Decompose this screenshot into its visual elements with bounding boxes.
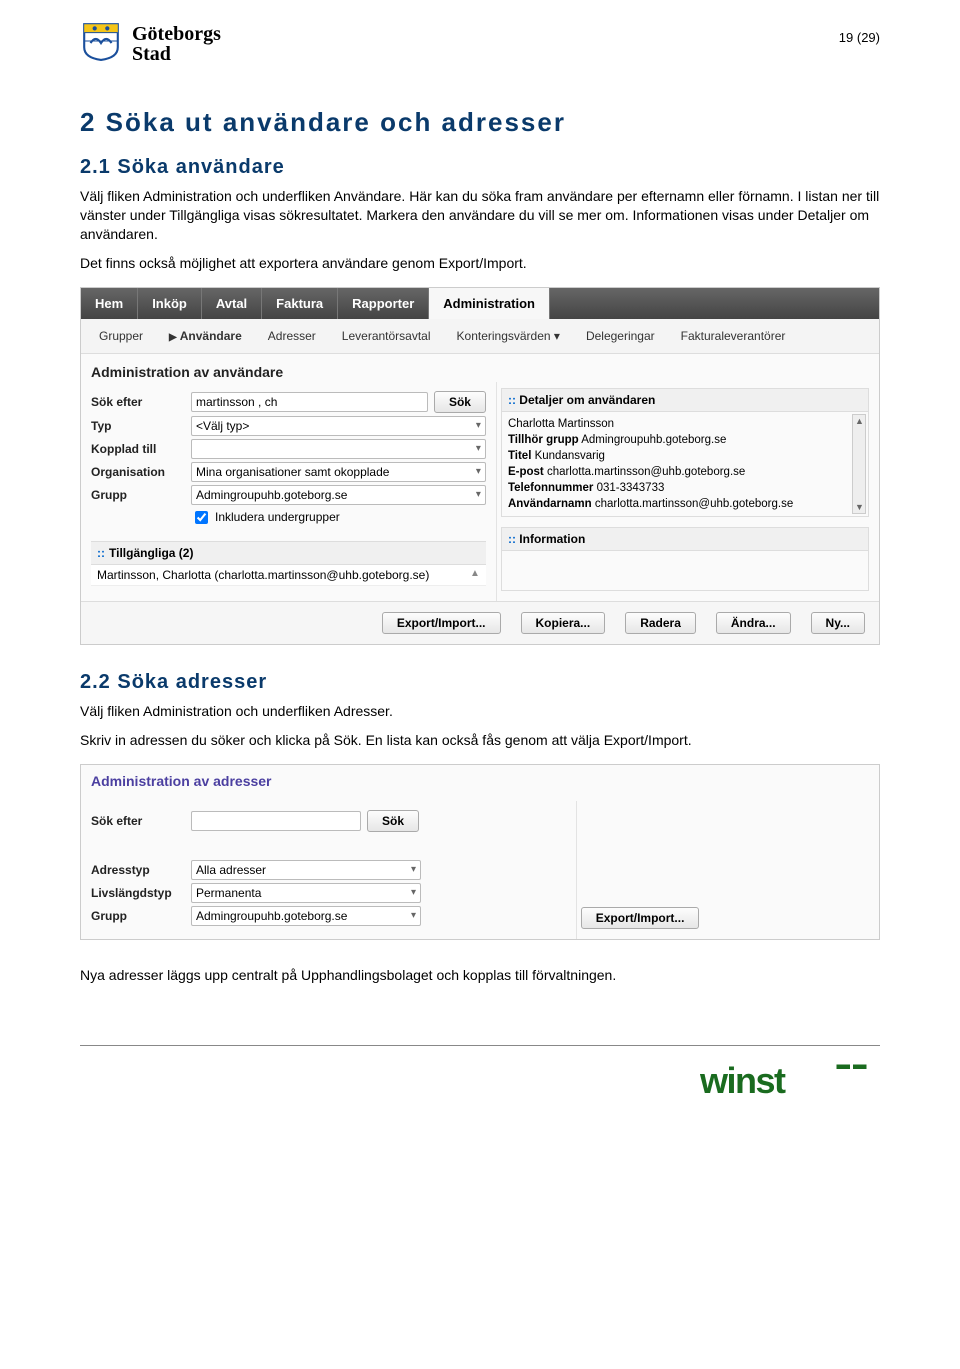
copy-button[interactable]: Kopiera... [521, 612, 606, 634]
tab-hem[interactable]: Hem [81, 288, 138, 319]
tab-avtal[interactable]: Avtal [202, 288, 262, 319]
chevron-down-icon: ▾ [407, 887, 416, 898]
brand-text: Göteborgs Stad [132, 24, 221, 64]
subsection-2-2-heading: 2.2 Söka adresser [80, 671, 880, 694]
info-header: :: Information [501, 527, 869, 551]
subtab-delegeringar[interactable]: Delegeringar [574, 323, 667, 349]
available-list-header: ::Tillgängliga (2) [91, 541, 486, 565]
subtab-konteringsvarden[interactable]: Konteringsvärden ▾ [445, 323, 572, 349]
input-sok-efter[interactable] [191, 392, 428, 412]
list-item[interactable]: Martinsson, Charlotta (charlotta.martins… [91, 565, 486, 586]
chevron-down-icon: ▾ [472, 443, 481, 454]
info-body [501, 551, 869, 591]
label-sok-efter: Sök efter [91, 395, 191, 409]
chevron-down-icon: ▾ [472, 466, 481, 477]
label-grupp-2: Grupp [91, 909, 191, 923]
tab-faktura[interactable]: Faktura [262, 288, 338, 319]
combo-grupp[interactable]: Admingroupuhb.goteborg.se▾ [191, 485, 486, 505]
subtab-fakturaleverantorer[interactable]: Fakturaleverantörer [669, 323, 798, 349]
search-button-2[interactable]: Sök [367, 810, 419, 832]
combo-grupp-2[interactable]: Admingroupuhb.goteborg.se▾ [191, 906, 421, 926]
export-import-button[interactable]: Export/Import... [382, 612, 501, 634]
scroll-up-icon: ▲ [467, 568, 480, 582]
search-button[interactable]: Sök [434, 391, 486, 413]
new-button[interactable]: Ny... [811, 612, 865, 634]
sub1-paragraph-2: Det finns också möjlighet att exportera … [80, 254, 880, 273]
winst-logo: winst [700, 1056, 880, 1111]
main-nav: Hem Inköp Avtal Faktura Rapporter Admini… [81, 288, 879, 319]
label-grupp: Grupp [91, 488, 191, 502]
label-adresstyp: Adresstyp [91, 863, 191, 877]
edit-button[interactable]: Ändra... [716, 612, 791, 634]
sub2-paragraph-1: Välj fliken Administration och underflik… [80, 702, 880, 721]
active-marker-icon: ▶ [169, 332, 177, 343]
sub2-paragraph-3: Nya adresser läggs upp centralt på Uppha… [80, 966, 880, 985]
chevron-down-icon: ▾ [472, 420, 481, 431]
chevron-down-icon: ▾ [472, 489, 481, 500]
combo-typ[interactable]: <Välj typ>▾ [191, 416, 486, 436]
brand-block: Göteborgs Stad [80, 20, 221, 67]
screenshot-address-admin: Administration av adresser Sök efter Sök… [80, 764, 880, 940]
subtab-anvandare[interactable]: ▶Användare [157, 323, 254, 349]
screenshot-user-admin: Hem Inköp Avtal Faktura Rapporter Admini… [80, 287, 880, 646]
svg-text:winst: winst [700, 1060, 786, 1101]
combo-organisation[interactable]: Mina organisationer samt okopplade▾ [191, 462, 486, 482]
checkbox-include-subgroups[interactable] [195, 511, 208, 524]
combo-adresstyp[interactable]: Alla adresser▾ [191, 860, 421, 880]
tab-administration[interactable]: Administration [429, 288, 550, 319]
label-livslangdstyp: Livslängdstyp [91, 886, 191, 900]
label-organisation: Organisation [91, 465, 191, 479]
combo-kopplad[interactable]: ▾ [191, 439, 486, 459]
details-body: Charlotta Martinsson Tillhör grupp Admin… [501, 412, 869, 518]
delete-button[interactable]: Radera [625, 612, 696, 634]
sub2-paragraph-2: Skriv in adressen du söker och klicka på… [80, 731, 880, 750]
section-heading: 2 Söka ut användare och adresser [80, 107, 880, 138]
chevron-down-icon: ▾ [407, 910, 416, 921]
input-sok-efter-2[interactable] [191, 811, 361, 831]
page-number: 19 (29) [839, 30, 880, 45]
detail-name: Charlotta Martinsson [508, 416, 862, 432]
sub1-paragraph-1: Välj fliken Administration och underflik… [80, 187, 880, 244]
panel-title-address-admin: Administration av adresser [81, 765, 879, 801]
tab-inkop[interactable]: Inköp [138, 288, 202, 319]
scrollbar[interactable] [852, 414, 866, 515]
page-footer: winst [80, 1045, 880, 1111]
subsection-2-1-heading: 2.1 Söka användare [80, 156, 880, 179]
tab-rapporter[interactable]: Rapporter [338, 288, 429, 319]
panel-title-user-admin: Administration av användare [81, 354, 879, 382]
combo-livslangdstyp[interactable]: Permanenta▾ [191, 883, 421, 903]
details-header: :: Detaljer om användaren [501, 388, 869, 412]
chevron-down-icon: ▾ [407, 864, 416, 875]
label-sok-efter-2: Sök efter [91, 814, 191, 828]
subtab-leverantorsavtal[interactable]: Leverantörsavtal [330, 323, 443, 349]
action-button-row: Export/Import... Kopiera... Radera Ändra… [81, 601, 879, 644]
subtab-adresser[interactable]: Adresser [256, 323, 328, 349]
sub-nav: Grupper ▶Användare Adresser Leverantörsa… [81, 319, 879, 354]
subtab-grupper[interactable]: Grupper [87, 323, 155, 349]
export-import-button-2[interactable]: Export/Import... [581, 907, 700, 929]
label-include-subgroups: Inkludera undergrupper [215, 510, 340, 524]
brand-shield-icon [80, 20, 122, 67]
label-typ: Typ [91, 419, 191, 433]
label-kopplad: Kopplad till [91, 442, 191, 456]
